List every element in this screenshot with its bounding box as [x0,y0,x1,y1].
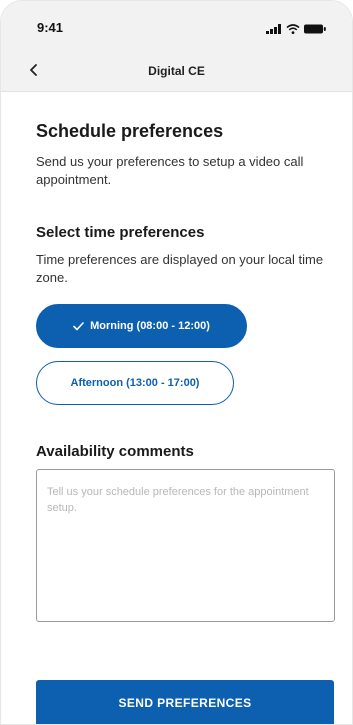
status-bar: 9:41 [1,1,352,53]
page-description: Send us your preferences to setup a vide… [36,154,304,187]
page-title: Schedule preferences [36,121,224,141]
status-time: 9:41 [37,20,64,35]
battery-icon [304,21,326,39]
send-preferences-button[interactable]: SEND PREFERENCES [36,680,334,724]
time-preferences-description: Time preferences are displayed on your l… [36,252,324,285]
morning-time-option[interactable]: Morning (08:00 - 12:00) [36,304,247,348]
time-preferences-title: Select time preferences [36,224,205,241]
afternoon-option-label: Afternoon (13:00 - 17:00) [70,377,200,389]
availability-comments-input[interactable] [36,469,335,622]
navigation-bar: Digital CE [1,53,352,92]
nav-title: Digital CE [148,64,205,78]
wifi-icon [286,21,300,39]
phone-screen: 9:41 Digital CE Schedule preferences Sen… [0,0,353,725]
check-icon [73,321,84,331]
afternoon-time-option[interactable]: Afternoon (13:00 - 17:00) [36,361,234,405]
signal-icon [266,21,282,39]
status-icons [266,21,326,39]
comments-title: Availability comments [36,443,194,460]
morning-option-label: Morning (08:00 - 12:00) [90,320,210,332]
